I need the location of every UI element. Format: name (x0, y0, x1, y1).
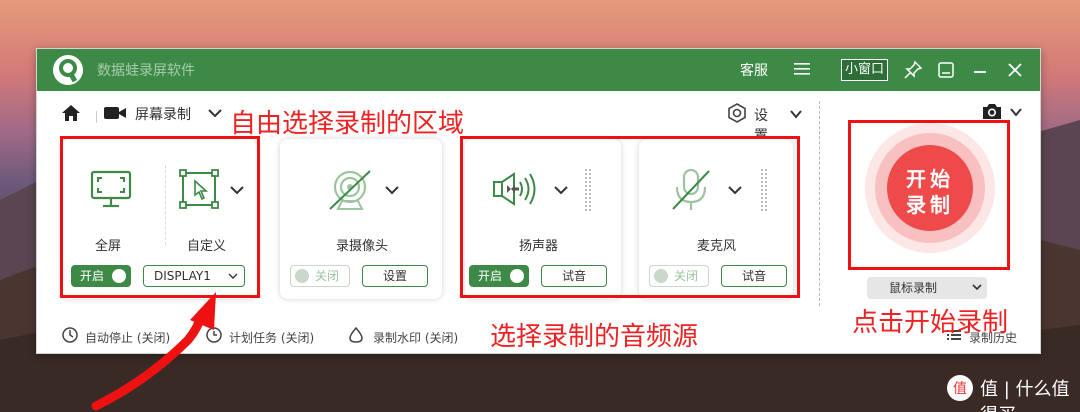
panel-divider (819, 101, 820, 306)
record-highlight-box (848, 120, 1010, 270)
annotation-arrow (91, 292, 216, 411)
svg-text:值: 值 (953, 381, 967, 397)
pin-icon[interactable] (903, 60, 923, 80)
minimize-to-tray-icon[interactable] (936, 60, 956, 80)
close-icon[interactable] (1005, 60, 1025, 80)
app-title: 数据蛙录屏软件 (97, 63, 195, 79)
recording-mode-label[interactable]: 屏幕录制 (135, 104, 191, 124)
mouse-recording-label: 鼠标录制 (889, 281, 938, 295)
webcam-settings-button[interactable]: 设置 (362, 265, 428, 287)
home-icon[interactable] (61, 103, 81, 123)
toggle-knob (295, 269, 309, 283)
title-bar: 数据蛙录屏软件 客服 小窗口 (37, 49, 1040, 91)
webcam-off-icon[interactable] (326, 169, 374, 213)
clock-icon (62, 327, 78, 343)
menu-icon[interactable] (793, 59, 811, 79)
chevron-down-icon (790, 110, 802, 119)
audio-highlight-box (460, 136, 800, 298)
chevron-down-icon[interactable] (1009, 106, 1023, 118)
customer-service-button[interactable]: 客服 (740, 60, 768, 80)
annotation-select-audio: 选择录制的音频源 (490, 322, 699, 352)
chevron-down-icon[interactable] (384, 183, 400, 197)
minimize-icon[interactable] (970, 60, 990, 80)
annotation-click-start: 点击开始录制 (852, 308, 1009, 338)
webcam-card: 录摄像头 关闭 设置 (280, 139, 442, 299)
webcam-label: 录摄像头 (336, 239, 389, 254)
annotation-select-region: 自由选择录制的区域 (230, 109, 465, 139)
webcam-toggle[interactable]: 关闭 (290, 265, 350, 287)
chevron-down-icon (972, 284, 982, 291)
scheduled-task-option[interactable]: 计划任务 (关闭) (229, 329, 314, 346)
hexagon-gear-icon (728, 103, 746, 123)
camera-icon[interactable] (981, 101, 1003, 121)
toolbar-divider (96, 111, 97, 123)
chevron-down-icon[interactable] (207, 106, 223, 120)
region-highlight-box (60, 136, 260, 298)
video-camera-icon (104, 107, 126, 119)
mouse-recording-dropdown[interactable]: 鼠标录制 (867, 277, 987, 299)
site-watermark-text: 值 | 什么值得买 (980, 379, 1070, 412)
toggle-label: 关闭 (315, 269, 340, 283)
mini-window-button[interactable]: 小窗口 (841, 59, 889, 81)
watermark-drop-icon (349, 326, 363, 343)
app-logo-icon (53, 55, 83, 85)
site-logo-icon: 值 (947, 375, 973, 401)
recording-watermark-option[interactable]: 录制水印 (关闭) (373, 329, 458, 346)
